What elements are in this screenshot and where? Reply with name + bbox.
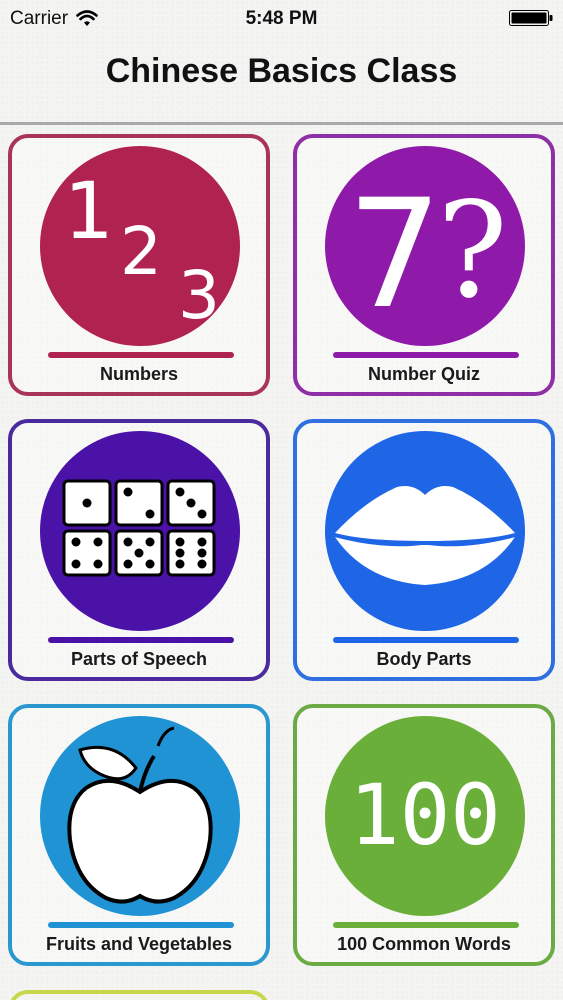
apple-icon (67, 726, 213, 904)
tile-underline (48, 922, 234, 928)
tile-label: Parts of Speech (70, 649, 208, 669)
svg-text:?: ? (437, 174, 508, 328)
seven-question-icon: 7 ? (347, 168, 508, 342)
svg-text:7: 7 (347, 168, 442, 342)
status-time: 5:48 PM (245, 8, 318, 29)
tile-underline (48, 637, 234, 643)
tile-parts-of-speech[interactable]: Parts of Speech (8, 419, 270, 681)
tile-underline (333, 637, 519, 643)
navigation-header: Chinese Basics Class (0, 36, 563, 125)
tile-label: 100 Common Words (337, 934, 511, 954)
status-bar: Carrier 5:48 PM (0, 0, 563, 36)
tile-label: Numbers (99, 364, 179, 384)
svg-text:1: 1 (64, 167, 114, 257)
numbers-123-icon: 1 2 3 (64, 167, 220, 334)
tile-icon-circle (40, 716, 240, 916)
tile-fruits-and-vegetables[interactable]: Fruits and Vegetables (8, 704, 270, 966)
tile-icon-circle (40, 431, 240, 631)
tile-partial-next[interactable] (8, 990, 270, 1000)
tile-icon-circle: 7 ? (325, 146, 525, 346)
tile-body-parts[interactable]: Body Parts (293, 419, 555, 681)
tile-underline (48, 352, 234, 358)
svg-text:100: 100 (349, 766, 501, 864)
page-title: Chinese Basics Class (105, 52, 458, 90)
svg-text:3: 3 (178, 257, 220, 334)
svg-text:2: 2 (120, 213, 162, 290)
tile-100-common-words[interactable]: 100 100 Common Words (293, 704, 555, 966)
tile-label: Number Quiz (367, 364, 480, 384)
header-divider (0, 122, 563, 125)
tile-label: Body Parts (376, 649, 472, 669)
battery-icon (509, 10, 553, 26)
tile-underline (333, 352, 519, 358)
tile-icon-circle (325, 431, 525, 631)
tile-label: Fruits and Vegetables (45, 934, 233, 954)
dice-icon (62, 479, 216, 577)
lips-icon (332, 486, 518, 585)
hundred-icon: 100 (349, 766, 501, 864)
tile-icon-circle: 1 2 3 (40, 146, 240, 346)
tile-number-quiz[interactable]: 7 ? Number Quiz (293, 134, 555, 396)
tile-underline (333, 922, 519, 928)
tile-numbers[interactable]: 1 2 3 Numbers (8, 134, 270, 396)
tile-icon-circle: 100 (325, 716, 525, 916)
